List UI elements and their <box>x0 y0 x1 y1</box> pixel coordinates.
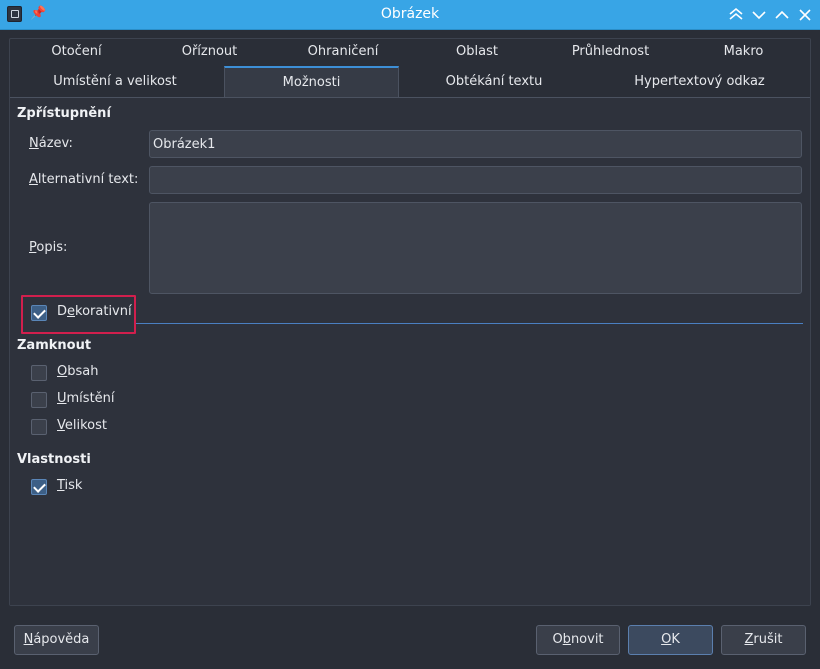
lock-content-row[interactable]: Obsah <box>31 363 131 383</box>
reset-button[interactable]: Obnovit <box>536 625 620 655</box>
alt-text-label: Alternativní text: <box>29 172 139 187</box>
print-checkbox[interactable] <box>31 479 47 495</box>
tab-row-top: Otočení Oříznout Ohraničení Oblast Průhl… <box>10 37 810 67</box>
description-textarea[interactable] <box>149 202 802 294</box>
lock-heading: Zamknout <box>17 338 92 353</box>
focus-underline <box>136 323 803 324</box>
tab-area[interactable]: Oblast <box>410 37 544 67</box>
maximize-icon[interactable] <box>771 4 793 26</box>
accessibility-heading: Zpřístupnění <box>17 106 111 121</box>
window-title: Obrázek <box>380 6 440 22</box>
name-input[interactable] <box>149 130 802 158</box>
lock-size-label: Velikost <box>57 418 108 433</box>
tab-text-wrap[interactable]: Obtékání textu <box>399 67 589 97</box>
description-label: Popis: <box>29 240 68 255</box>
name-label: Název: <box>29 136 73 151</box>
highlight-box <box>21 295 136 334</box>
tab-position-size[interactable]: Umístění a velikost <box>10 67 220 97</box>
tab-macro[interactable]: Makro <box>677 37 810 67</box>
lock-size-row[interactable]: Velikost <box>31 417 131 437</box>
lock-content-checkbox[interactable] <box>31 365 47 381</box>
cancel-button[interactable]: Zrušit <box>721 625 806 655</box>
keep-above-icon[interactable] <box>725 4 747 26</box>
tab-options[interactable]: Možnosti <box>224 66 399 98</box>
lock-size-checkbox[interactable] <box>31 419 47 435</box>
close-icon[interactable] <box>794 4 816 26</box>
minimize-icon[interactable] <box>748 4 770 26</box>
lock-content-label: Obsah <box>57 364 99 379</box>
tab-borders[interactable]: Ohraničení <box>276 37 410 67</box>
tab-hyperlink[interactable]: Hypertextový odkaz <box>589 67 810 97</box>
properties-heading: Vlastnosti <box>17 452 91 467</box>
ok-button[interactable]: OK <box>628 625 713 655</box>
tab-transparency[interactable]: Průhlednost <box>544 37 677 67</box>
lock-position-label: Umístění <box>57 391 115 406</box>
tab-row-bottom: Umístění a velikost Možnosti Obtékání te… <box>10 66 810 98</box>
alt-text-input[interactable] <box>149 166 802 194</box>
print-label: Tisk <box>57 478 83 493</box>
help-button[interactable]: Nápověda <box>14 625 99 655</box>
title-bar: 📌 Obrázek <box>0 0 820 30</box>
tab-rotation[interactable]: Otočení <box>10 37 143 67</box>
lock-position-checkbox[interactable] <box>31 392 47 408</box>
lock-position-row[interactable]: Umístění <box>31 390 131 410</box>
print-row[interactable]: Tisk <box>31 477 131 497</box>
tab-crop[interactable]: Oříznout <box>143 37 276 67</box>
